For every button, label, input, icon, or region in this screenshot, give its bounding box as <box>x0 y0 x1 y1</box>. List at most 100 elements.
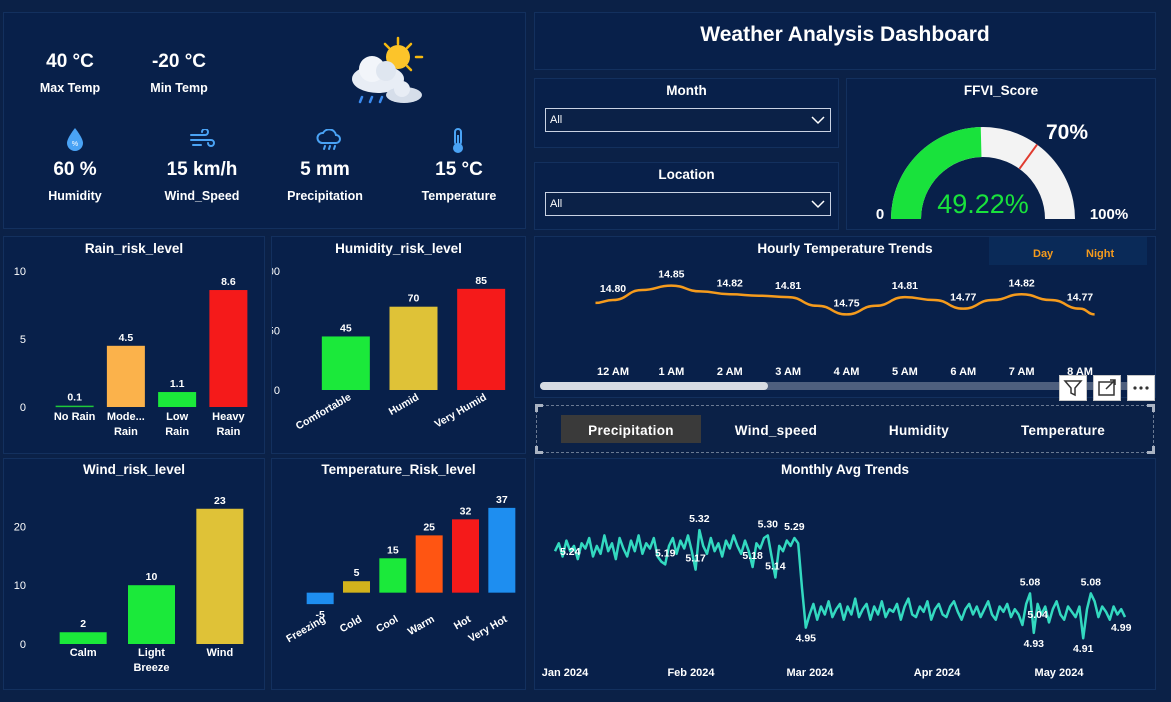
x-tick-label: Very Humid <box>433 391 489 430</box>
hourly-line-chart: 14.80 14.85 14.82 14.81 14.75 14.81 14.77 14.82… <box>595 269 1095 378</box>
humidity-label: Humidity <box>48 189 102 203</box>
data-label: 25 <box>423 521 435 533</box>
data-label: 45 <box>340 322 352 334</box>
x-tick-label: Mode... <box>107 411 145 423</box>
data-label: 14.82 <box>717 277 743 289</box>
month-selected-value: All <box>550 114 563 126</box>
selection-corner <box>1147 404 1155 412</box>
x-tick-label: Calm <box>70 647 97 659</box>
gauge-min-label: 0 <box>876 206 884 223</box>
metric-tabs: Precipitation Wind_speed Humidity Temper… <box>535 404 1155 454</box>
wind-risk-chart: 0 10 20 2 Calm 10 Light Breeze 23 Wind <box>14 495 244 674</box>
data-label: 5.04 <box>1027 609 1048 621</box>
dashboard-title: Weather Analysis Dashboard <box>700 23 990 46</box>
data-label: 4.93 <box>1024 638 1045 650</box>
bar <box>196 508 244 644</box>
filter-button[interactable] <box>1059 375 1087 401</box>
gauge-target-label: 70% <box>1046 121 1088 144</box>
data-label: 10 <box>146 571 158 583</box>
data-label: 37 <box>496 494 508 506</box>
wind-risk-panel: Wind_risk_level 0 10 20 2 Calm 10 Light Breeze 2… <box>3 458 265 690</box>
focus-mode-button[interactable] <box>1093 375 1121 401</box>
x-tick-label: Jan 2024 <box>542 667 589 679</box>
x-tick-label: Freezing <box>284 613 327 645</box>
max-temp-value: 40 °C <box>46 51 94 72</box>
x-tick-label: Low <box>166 411 188 423</box>
min-temp-value: -20 °C <box>151 51 207 72</box>
wind-speed-label: Wind_Speed <box>164 189 240 203</box>
month-dropdown[interactable]: All <box>545 108 831 132</box>
x-tick-label: Apr 2024 <box>914 667 961 679</box>
temperature-label: Temperature <box>421 189 497 203</box>
data-label: 70 <box>408 293 420 305</box>
selection-corner <box>535 404 543 412</box>
humidity-risk-panel: Humidity_risk_level 0500045Comfortable70… <box>271 236 526 454</box>
rain-cloud-icon <box>316 129 341 150</box>
x-tick-label: Hot <box>452 613 474 632</box>
location-filter-label: Location <box>658 167 715 182</box>
x-tick-label: Very Hot <box>466 613 509 645</box>
data-label: 5.14 <box>765 561 786 573</box>
location-dropdown[interactable]: All <box>545 192 831 216</box>
rain-risk-panel: Rain_risk_level 0 5 10 0.1 No Rain 4.5 Mode...… <box>3 236 265 454</box>
bar <box>55 405 94 408</box>
data-label: 85 <box>475 275 487 287</box>
data-label: 14.75 <box>833 297 859 309</box>
y-tick-label: 00 <box>272 266 280 278</box>
precipitation-value: 5 mm <box>300 159 350 180</box>
scrollbar-thumb[interactable] <box>540 382 768 390</box>
selection-corner <box>1147 446 1155 454</box>
x-tick-label: Light <box>138 647 165 659</box>
more-options-button[interactable] <box>1127 375 1155 401</box>
rain-risk-chart: 0 5 10 0.1 No Rain 4.5 Mode... Rain 1.1 Low Rain 8.… <box>14 266 248 438</box>
data-label: 5.08 <box>1020 576 1041 588</box>
y-tick-label: 10 <box>14 266 26 278</box>
filter-icon <box>1063 380 1083 397</box>
svg-text:%: % <box>72 141 78 148</box>
humidity-risk-chart: 0 50 00 45 Comfortable 70 Humid 85 Very Humid <box>272 266 506 433</box>
humidity-value: 60 % <box>53 159 97 180</box>
gauge-panel: FFVI_Score 49.22% 70% 0 100% <box>846 78 1156 230</box>
title-panel: Weather Analysis Dashboard <box>534 12 1156 70</box>
tab-humidity[interactable]: Humidity <box>849 415 989 443</box>
chevron-down-icon <box>811 200 825 209</box>
bar <box>343 581 370 593</box>
data-label: 4.5 <box>119 332 134 344</box>
month-filter-panel: Month All <box>534 78 839 148</box>
data-label: 14.82 <box>1008 277 1034 289</box>
x-tick-label: Heavy <box>212 411 245 423</box>
ffvi-gauge: 49.22% 70% 0 100% <box>876 121 1128 223</box>
x-tick-label: 2 AM <box>717 366 743 378</box>
data-label: 32 <box>460 505 472 517</box>
tab-temperature[interactable]: Temperature <box>993 415 1133 443</box>
tab-wind-speed[interactable]: Wind_speed <box>707 415 845 443</box>
x-tick-label: Feb 2024 <box>667 667 715 679</box>
x-tick-label: Rain <box>165 426 189 438</box>
data-label: 5.08 <box>1081 576 1102 588</box>
tab-precipitation[interactable]: Precipitation <box>561 415 701 443</box>
wind-speed-value: 15 km/h <box>166 159 238 180</box>
data-label: 14.85 <box>658 269 684 281</box>
y-tick-label: 0 <box>20 639 26 651</box>
bar <box>452 519 479 593</box>
bar <box>457 288 506 390</box>
bar <box>158 392 197 407</box>
x-tick-label: 4 AM <box>834 366 860 378</box>
kpi-panel: 40 °C Max Temp -20 °C Min Temp % 60 % Hu… <box>3 12 526 229</box>
data-label: 0.1 <box>67 392 82 404</box>
min-temp-label: Min Temp <box>150 81 208 95</box>
x-tick-label: May 2024 <box>1035 667 1085 679</box>
monthly-trends-panel: Monthly Avg Trends 5.24 5.19 5.32 5.17 5.18 5… <box>534 458 1156 690</box>
bar <box>59 632 107 644</box>
y-tick-label: 10 <box>14 580 26 592</box>
bar <box>389 306 438 390</box>
x-tick-label: 12 AM <box>597 366 629 378</box>
data-label: 14.77 <box>950 292 976 304</box>
x-tick-label: 6 AM <box>950 366 976 378</box>
y-tick-label: 0 <box>20 402 26 414</box>
precipitation-label: Precipitation <box>287 189 363 203</box>
x-tick-label: Mar 2024 <box>786 667 834 679</box>
data-label: 1.1 <box>170 378 185 390</box>
chevron-down-icon <box>811 116 825 125</box>
gauge-max-label: 100% <box>1090 206 1128 223</box>
